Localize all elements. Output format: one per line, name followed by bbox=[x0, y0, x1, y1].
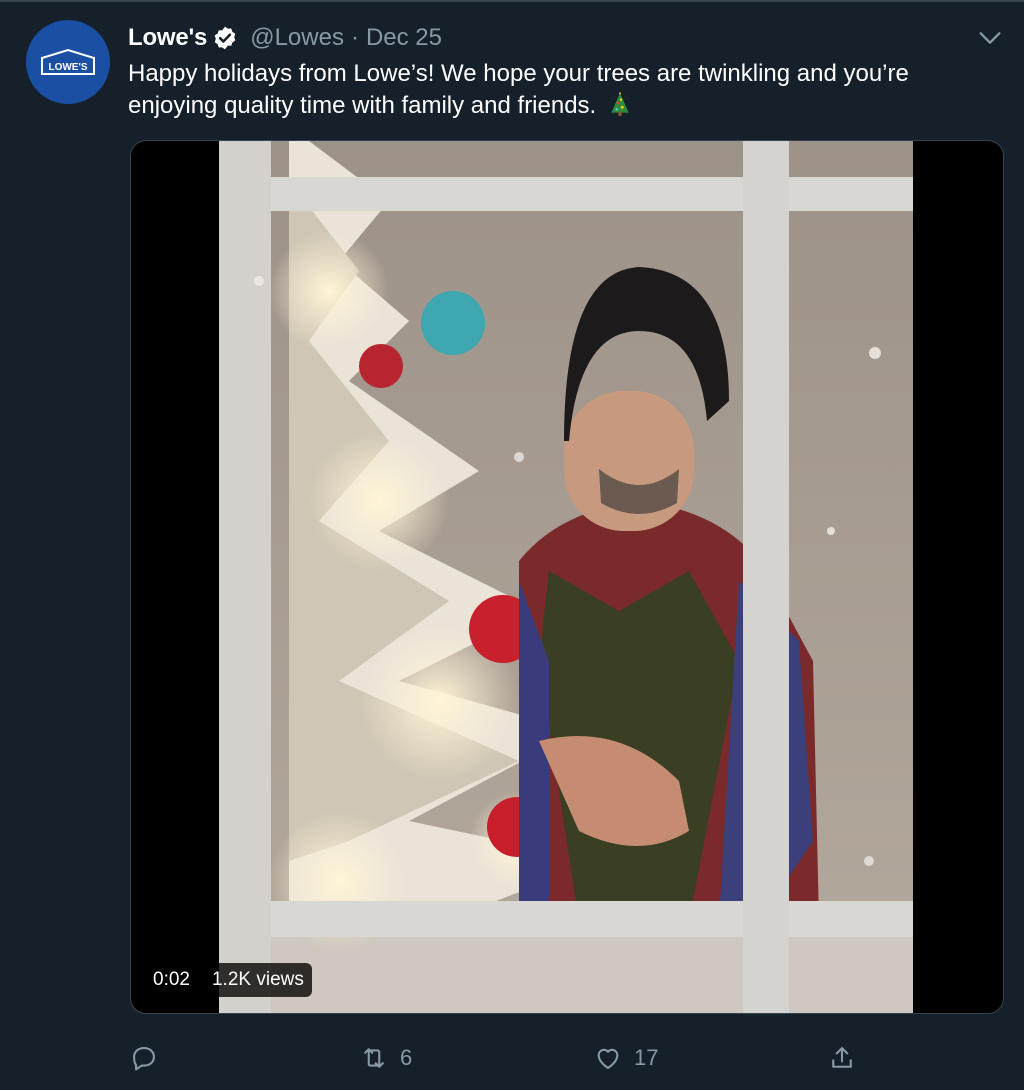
video-timestamp: 0:02 bbox=[145, 963, 198, 997]
lowes-logo-icon: LOWE'S bbox=[41, 48, 95, 75]
verified-badge-icon bbox=[214, 26, 236, 50]
retweet-count: 6 bbox=[400, 1045, 413, 1070]
reply-icon bbox=[133, 1047, 155, 1071]
christmas-tree-icon bbox=[611, 91, 629, 116]
avatar[interactable]: LOWE'S bbox=[26, 20, 110, 104]
separator-dot: · bbox=[350, 24, 359, 51]
author-name[interactable]: Lowe's bbox=[128, 24, 207, 52]
tweet-header: Lowe's @Lowes · Dec 25 bbox=[128, 22, 442, 54]
video-player[interactable]: 0:02 1.2K views bbox=[130, 140, 1004, 1014]
heart-icon bbox=[597, 1048, 619, 1069]
retweet-icon bbox=[364, 1048, 384, 1068]
like-button[interactable]: 17 bbox=[594, 1040, 658, 1076]
tweet-date[interactable]: Dec 25 bbox=[366, 24, 442, 52]
author-handle[interactable]: @Lowes bbox=[250, 24, 344, 52]
tweet-body: Happy holidays from Lowe’s! We hope your… bbox=[128, 60, 909, 119]
tweet-text: Happy holidays from Lowe’s! We hope your… bbox=[128, 58, 998, 122]
share-button[interactable] bbox=[828, 1040, 856, 1076]
chevron-down-icon[interactable] bbox=[976, 24, 1004, 52]
retweet-button[interactable]: 6 bbox=[360, 1040, 412, 1076]
video-frame bbox=[219, 141, 913, 1013]
tweet[interactable]: LOWE'S Lowe's @Lowes · Dec 25 Happy holi… bbox=[0, 0, 1024, 1090]
divider bbox=[0, 0, 1024, 2]
like-count: 17 bbox=[634, 1045, 659, 1070]
avatar-logo-text: LOWE'S bbox=[48, 62, 87, 73]
action-bar: 6 17 bbox=[0, 1040, 1024, 1076]
video-thumbnail bbox=[219, 141, 913, 1013]
video-overlay: 0:02 1.2K views bbox=[145, 963, 312, 997]
share-icon bbox=[832, 1047, 852, 1068]
video-views: 1.2K views bbox=[203, 963, 312, 997]
reply-button[interactable] bbox=[130, 1040, 170, 1076]
